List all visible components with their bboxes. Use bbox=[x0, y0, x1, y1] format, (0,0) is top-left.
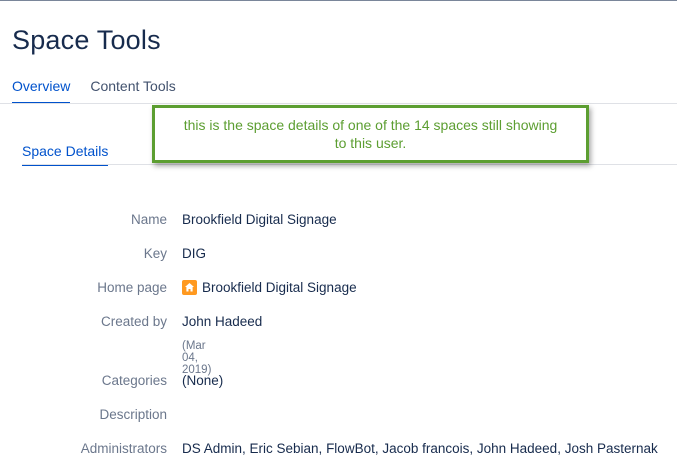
created-label: Created by bbox=[100, 314, 167, 329]
created-by-user[interactable]: John Hadeed bbox=[182, 314, 262, 329]
categories-value: (None) bbox=[182, 373, 224, 388]
homepage-value: Brookfield Digital Signage bbox=[202, 280, 357, 295]
tab-content-tools[interactable]: Content Tools bbox=[90, 78, 175, 104]
name-label: Name bbox=[130, 212, 167, 227]
created-date: (Mar 04, 2019) bbox=[182, 340, 212, 376]
subtabs-divider bbox=[22, 164, 677, 165]
tab-space-details[interactable]: Space Details bbox=[22, 143, 109, 166]
top-border bbox=[0, 0, 677, 1]
key-value: DIG bbox=[182, 246, 207, 261]
sub-tabs: Space Details bbox=[22, 143, 109, 166]
administrators-value: DS Admin, Eric Sebian, FlowBot, Jacob fr… bbox=[182, 441, 658, 456]
main-tabs: Overview Content Tools bbox=[12, 78, 176, 104]
homepage-label: Home page bbox=[97, 280, 167, 295]
tab-overview[interactable]: Overview bbox=[12, 78, 71, 104]
categories-label: Categories bbox=[101, 373, 167, 388]
page-title: Space Tools bbox=[12, 25, 161, 55]
administrators-label: Administrators bbox=[80, 441, 167, 456]
key-label: Key bbox=[143, 246, 167, 261]
tabs-divider bbox=[0, 103, 677, 104]
annotation-text: this is the space details of one of the … bbox=[183, 117, 558, 151]
annotation-callout: this is the space details of one of the … bbox=[152, 105, 589, 163]
name-value: Brookfield Digital Signage bbox=[182, 212, 337, 227]
home-icon bbox=[182, 280, 197, 295]
description-label: Description bbox=[99, 407, 167, 422]
homepage-link[interactable]: Brookfield Digital Signage bbox=[182, 280, 357, 295]
